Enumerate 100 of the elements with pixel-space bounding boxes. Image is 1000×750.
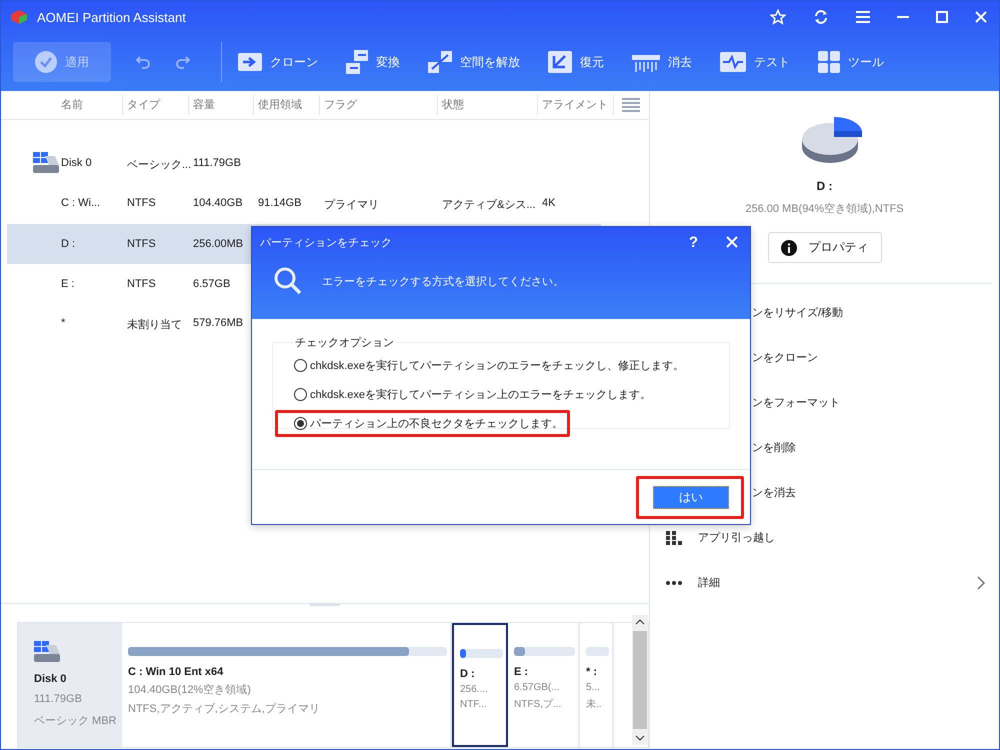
partition-details: NTFS,アクティブ,システム,プライマリ: [128, 702, 321, 716]
drive-label: D :: [816, 179, 832, 193]
toolbar-button[interactable]: クローン: [238, 51, 318, 73]
partition-block[interactable]: D : 256.... NTF...: [452, 623, 508, 747]
partition-size: 256....: [460, 684, 489, 695]
arrow-right-icon: [238, 51, 262, 73]
radio-option[interactable]: chkdsk.exeを実行してパーティション上のエラーをチェックします。: [282, 387, 652, 402]
yes-button[interactable]: はい: [653, 486, 729, 508]
maximize-icon[interactable]: [936, 11, 948, 23]
table-cell: 579.76MB: [193, 316, 244, 328]
partition-details: NTFS,プ...: [514, 698, 562, 711]
properties-button[interactable]: プロパティ: [768, 232, 882, 263]
table-cell: NTFS: [127, 196, 156, 208]
column-header[interactable]: アライメント: [538, 95, 614, 115]
scrollbar[interactable]: [632, 615, 648, 745]
toolbar-button[interactable]: 空間を解放: [428, 51, 520, 73]
table-cell: Disk 0: [61, 156, 92, 168]
pie-chart-icon: [802, 117, 864, 165]
table-cell: NTFS: [127, 278, 156, 290]
operation-item[interactable]: ンを消去: [752, 485, 796, 500]
column-header[interactable]: 容量: [189, 95, 254, 115]
toolbar-button[interactable]: 消去: [632, 51, 692, 73]
checkmark-icon: [35, 51, 57, 73]
column-header[interactable]: 使用領域: [254, 95, 320, 115]
partition-size: 6.57GB(...: [514, 682, 561, 693]
column-header[interactable]: 名前: [57, 95, 123, 115]
partition-block[interactable]: E : 6.57GB(... NTFS,プ...: [508, 623, 580, 747]
close-icon[interactable]: [726, 236, 738, 248]
partition-block[interactable]: * : 5... 未..: [580, 623, 614, 747]
help-button[interactable]: ?: [688, 234, 698, 250]
radio-option[interactable]: chkdsk.exeを実行してパーティションのエラーをチェックし、修正します。: [282, 358, 684, 373]
table-cell: 111.79GB: [193, 156, 241, 168]
table-cell: D :: [61, 238, 76, 250]
radio-button[interactable]: [294, 417, 307, 430]
table-cell: 未割り当て: [127, 318, 182, 330]
column-header[interactable]: 状態: [438, 95, 538, 115]
drive-info: 256.00 MB(94%空き領域),NTFS: [745, 202, 904, 216]
table-row[interactable]: Disk 0 ベーシック... 111.79GB: [7, 144, 601, 184]
window-title: AOMEI Partition Assistant: [37, 10, 186, 24]
column-header[interactable]: タイプ: [123, 95, 189, 115]
search-icon: [274, 267, 302, 295]
group-title: チェックオプション: [294, 336, 395, 350]
disk-size: 111.79GB: [34, 693, 83, 705]
star-icon[interactable]: [770, 9, 786, 25]
toolbar-button[interactable]: 変換: [346, 50, 400, 74]
partition-details: 未..: [586, 698, 603, 711]
grid-icon: [818, 51, 840, 73]
table-row[interactable]: C : Wi... NTFS 104.40GB 91.14GB プライマリ アクティブ&シス... 4K: [7, 184, 601, 224]
chevron-right-icon[interactable]: [977, 576, 985, 590]
operation-item[interactable]: ンをフォーマット: [752, 395, 840, 410]
dialog-title: パーティションをチェック: [260, 236, 392, 250]
toolbar-button[interactable]: ツール: [818, 51, 884, 73]
table-cell: 4K: [542, 196, 556, 208]
table-cell: プライマリ: [324, 198, 379, 210]
table-cell: C : Wi...: [61, 196, 100, 208]
disk-name: Disk 0: [34, 673, 68, 685]
table-cell: 256.00MB: [193, 238, 244, 250]
pulse-icon: [720, 52, 746, 72]
usage-track: [586, 647, 609, 656]
table-cell: 6.57GB: [193, 278, 230, 290]
scroll-up-icon[interactable]: [635, 619, 645, 625]
table-cell: 104.40GB: [193, 196, 243, 208]
operation-item[interactable]: ンをリサイズ/移動: [752, 305, 844, 320]
radio-button[interactable]: [294, 388, 307, 401]
toolbar-button[interactable]: 復元: [548, 51, 604, 73]
partition-name: * :: [586, 666, 598, 678]
disk-card[interactable]: Disk 0 111.79GB ベーシック MBR: [18, 623, 122, 747]
info-icon: [780, 240, 796, 256]
disk-icon: [34, 641, 60, 663]
radio-button[interactable]: [294, 359, 307, 372]
apps-grid-icon: [666, 530, 682, 544]
partition-block[interactable]: C : Win 10 Ent x64 104.40GB(12%空き領域) NTFS,アクティブ,システム,プライマリ: [122, 623, 452, 747]
arrow-down-left-icon: [548, 51, 572, 73]
column-header[interactable]: フラグ: [320, 95, 438, 115]
app-logo-icon: [9, 8, 29, 26]
partition-name: C : Win 10 Ent x64: [128, 666, 224, 678]
disk-type: ベーシック MBR: [34, 714, 118, 728]
toolbar-button[interactable]: テスト: [720, 52, 790, 72]
operation-item[interactable]: アプリ引っ越し: [698, 530, 775, 545]
table-cell: 91.14GB: [258, 196, 302, 208]
table-cell: アクティブ&シス...: [442, 198, 536, 210]
dialog-message: エラーをチェックする方式を選択してください。: [322, 274, 564, 288]
close-icon[interactable]: [975, 11, 987, 23]
refresh-icon[interactable]: [813, 9, 829, 25]
menu-icon[interactable]: [856, 11, 870, 23]
partition-details: NTF...: [460, 699, 488, 710]
scroll-down-icon[interactable]: [635, 735, 645, 741]
partition-size: 5...: [586, 682, 601, 693]
partition-name: E :: [514, 666, 530, 678]
table-cell: NTFS: [127, 238, 156, 250]
table-cell: ベーシック...: [127, 158, 192, 170]
disk-icon: [33, 152, 59, 174]
diagonal-line-icon: [428, 51, 452, 73]
operation-item[interactable]: ンをクローン: [752, 350, 818, 365]
table-cell: E :: [61, 278, 74, 290]
radio-option[interactable]: パーティション上の不良セクタをチェックします。: [282, 416, 563, 431]
operation-item[interactable]: ンを削除: [752, 440, 796, 455]
table-cell: *: [61, 316, 66, 328]
operation-item[interactable]: 詳細: [698, 575, 720, 590]
partition-size: 104.40GB(12%空き領域): [128, 682, 252, 697]
